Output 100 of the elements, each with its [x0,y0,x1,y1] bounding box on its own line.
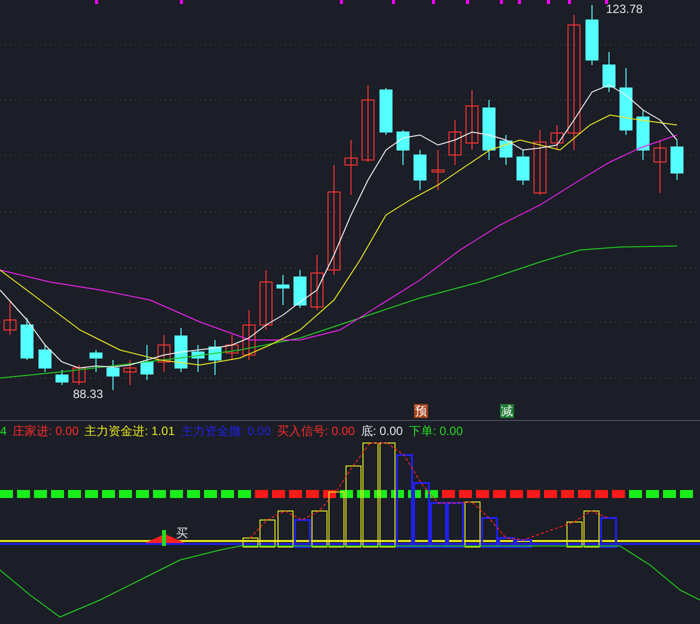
high-price-label: 123.78 [606,2,643,16]
signal-marker: 预 [414,404,428,418]
signal-square [442,490,455,498]
candlestick [192,344,204,372]
candlestick [276,274,290,306]
candlestick [448,120,462,166]
candlestick [140,344,154,380]
tick-mark [518,0,521,4]
signal-square [459,490,472,498]
indicator-legend-item: 庄家进: 0.00 [12,422,79,440]
signal-square [0,490,13,498]
candlestick [550,124,564,150]
candlestick [534,130,546,196]
signal-square [510,490,523,498]
signal-square [85,490,98,498]
candlestick [72,364,86,386]
signal-square [612,490,625,498]
candlestick [158,334,170,372]
tick-mark [180,0,183,4]
signal-square [204,490,217,498]
signal-square [646,490,659,498]
candlestick [242,310,256,360]
signal-square [595,490,608,498]
signal-square [136,490,149,498]
candlestick [516,150,530,186]
tick-mark [392,0,395,4]
indicator-bar [584,510,600,548]
signal-square [170,490,183,498]
signal-square [663,490,676,498]
candlestick [4,300,16,336]
indicator-bar [294,519,311,548]
indicator-bar [566,522,582,548]
indicator-bar [278,510,294,548]
candlestick [90,350,102,372]
candlestick [20,318,34,360]
candlestick [208,340,222,376]
tick-mark [466,0,469,4]
indicator-bar [447,502,464,548]
candlestick [500,134,512,166]
buy-signal-label: 买 [176,526,188,540]
candlestick [380,88,392,136]
indicator-bar [515,539,532,548]
candlestick [260,270,272,330]
signal-square [34,490,47,498]
indicator-bar [600,517,617,548]
signal-square [119,490,132,498]
signal-square [255,490,268,498]
signal-square [289,490,302,498]
candlestick [432,150,444,190]
candlestick [294,270,306,308]
candlestick [414,150,426,190]
signal-square [51,490,64,498]
candlestick [344,140,358,196]
signal-square [561,490,574,498]
signal-square [680,490,693,498]
indicator-legend-item: 下单: 0.00 [408,422,463,440]
candlestick [586,4,598,66]
indicator-legend-item: 买入信号: 0.00 [276,422,355,440]
candlestick [636,110,650,160]
tick-mark [340,0,343,4]
signal-square [578,490,591,498]
indicator-legend-item: 主力资金撤: 0.00 [180,422,271,440]
signal-square [187,490,200,498]
signal-square [153,490,166,498]
tick-mark [500,0,503,4]
candlestick [654,140,666,194]
tick-mark [432,0,435,4]
candlestick [466,90,478,150]
indicator-legend-item: 底: 0.00 [360,422,403,440]
candlestick [310,254,324,310]
indicator-legend-item: 4 [0,422,7,440]
signal-square [68,490,81,498]
signal-square [544,490,557,498]
candlestick [106,360,120,390]
tick-mark [568,0,571,4]
signal-square [629,490,642,498]
signal-square [493,490,506,498]
candlestick [124,360,136,386]
tick-mark [547,0,550,4]
candlestick [620,68,632,136]
low-price-label: 88.33 [73,387,104,401]
candlestick [670,140,684,180]
indicator-legend-item: 主力资金进: 1.01 [84,422,175,440]
signal-square [306,490,319,498]
candlestick [482,100,496,160]
signal-square [17,490,30,498]
candlestick [56,370,68,386]
candlestick [602,52,616,92]
signal-square [476,490,489,498]
signal-square [272,490,285,498]
candlestick [38,344,52,372]
tick-mark [605,0,608,4]
tick-mark [95,0,98,4]
candlestick [174,328,188,372]
signal-square [102,490,115,498]
signal-square [527,490,540,498]
signal-square [238,490,251,498]
candlestick [396,130,410,166]
signal-square [221,490,234,498]
signal-marker: 减 [500,404,514,418]
